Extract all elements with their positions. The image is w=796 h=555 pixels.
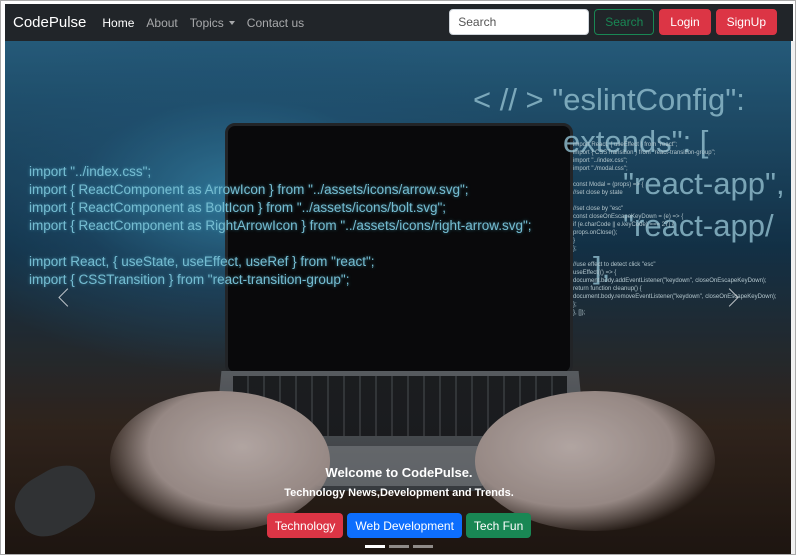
nav-actions: Search Login SignUp bbox=[449, 9, 777, 35]
search-input[interactable] bbox=[449, 9, 590, 35]
nav-topics-label: Topics bbox=[189, 15, 224, 30]
carousel-indicators bbox=[5, 545, 793, 548]
tech-fun-button[interactable]: Tech Fun bbox=[465, 513, 532, 538]
login-button[interactable]: Login bbox=[659, 9, 711, 35]
browser-viewport: CodePulse Home About Topics Contact us S… bbox=[0, 0, 796, 555]
signup-button[interactable]: SignUp bbox=[715, 9, 777, 35]
carousel-buttons: Technology Web Development Tech Fun bbox=[5, 513, 793, 538]
page-scrollbar[interactable] bbox=[791, 41, 795, 554]
carousel-indicator[interactable] bbox=[389, 545, 409, 548]
carousel-indicator[interactable] bbox=[413, 545, 433, 548]
carousel-indicator[interactable] bbox=[365, 545, 385, 548]
nav-topics-dropdown[interactable]: Topics bbox=[190, 16, 235, 30]
brand-logo[interactable]: CodePulse bbox=[13, 14, 86, 31]
nav-contact[interactable]: Contact us bbox=[247, 16, 304, 30]
navbar: CodePulse Home About Topics Contact us S… bbox=[5, 4, 793, 41]
caret-down-icon bbox=[228, 20, 235, 25]
nav-about[interactable]: About bbox=[146, 16, 177, 30]
nav-home[interactable]: Home bbox=[102, 16, 134, 30]
carousel-title: Welcome to CodePulse. bbox=[325, 465, 473, 480]
hero-carousel: < // > "eslintConfig": extends": [ "reac… bbox=[5, 41, 793, 554]
web-development-button[interactable]: Web Development bbox=[347, 513, 462, 538]
carousel-subtitle: Technology News,Development and Trends. bbox=[284, 487, 514, 499]
technology-button[interactable]: Technology bbox=[266, 513, 344, 538]
search-button[interactable]: Search bbox=[594, 9, 655, 35]
